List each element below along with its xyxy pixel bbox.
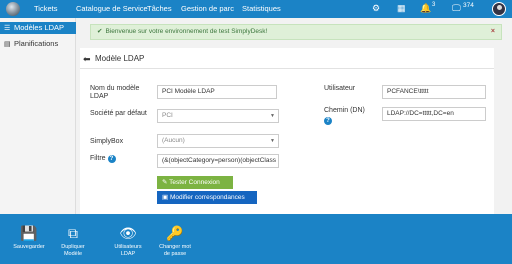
ldap-users-label: Utilisateurs LDAP bbox=[114, 244, 142, 257]
duplicate-icon: ⧉ bbox=[68, 225, 78, 241]
bottom-toolbar: 💾 Sauvegarder ⧉ Dupliquer Modèle 👁 Utili… bbox=[0, 214, 512, 264]
simplybox-select[interactable]: (Aucun) ▼ bbox=[157, 134, 279, 148]
plug-icon: ✎ bbox=[162, 179, 168, 186]
nav-catalogue[interactable]: Catalogue de Service bbox=[76, 4, 148, 13]
notification-count: 3 bbox=[432, 2, 436, 8]
path-label: Chemin (DN) bbox=[324, 107, 365, 114]
chevron-down-icon: ▼ bbox=[270, 138, 275, 144]
help-icon[interactable]: ? bbox=[107, 155, 116, 163]
simplybox-selected-value: (Aucun) bbox=[162, 137, 185, 144]
sidebar-item-modeles-ldap[interactable]: ☰ Modèles LDAP bbox=[0, 22, 76, 34]
page-title: Modèle LDAP bbox=[95, 54, 145, 63]
filter-input[interactable]: (&(objectCategory=person)(objectClass bbox=[157, 154, 279, 168]
duplicate-label: Dupliquer Modèle bbox=[61, 244, 85, 257]
chevron-down-icon: ▼ bbox=[270, 113, 275, 119]
company-select[interactable]: PCI ▼ bbox=[157, 109, 279, 123]
path-input[interactable]: LDAP://DC=ttttt,DC=en bbox=[382, 107, 486, 121]
change-password-label: Changer mot de passe bbox=[159, 244, 191, 257]
save-icon: 💾 bbox=[20, 225, 38, 241]
user-label: Utilisateur bbox=[324, 85, 356, 92]
edit-mapping-button[interactable]: ▣ Modifier correspondances bbox=[157, 191, 257, 204]
help-icon[interactable]: ? bbox=[324, 117, 332, 125]
filter-label-text: Filtre bbox=[90, 155, 106, 162]
check-icon: ✔ bbox=[97, 28, 103, 35]
save-button[interactable]: 💾 Sauvegarder bbox=[4, 214, 54, 264]
gear-icon[interactable]: ⚙ bbox=[372, 3, 380, 14]
test-connection-button[interactable]: ✎ Tester Connexion bbox=[157, 176, 233, 189]
company-label: Société par défaut bbox=[90, 110, 147, 117]
nav-taches[interactable]: Tâches bbox=[147, 4, 172, 13]
filter-label: Filtre ? bbox=[90, 155, 116, 163]
sidebar-item-label: Planifications bbox=[14, 39, 59, 48]
eye-icon: 👁 bbox=[119, 225, 137, 241]
model-panel: ⬅ Modèle LDAP Nom du modèle LDAP PCI Mod… bbox=[80, 48, 494, 214]
avatar[interactable] bbox=[492, 2, 506, 16]
ldap-users-button[interactable]: 👁 Utilisateurs LDAP bbox=[103, 214, 153, 264]
company-selected-value: PCI bbox=[162, 112, 173, 119]
alert-message: Bienvenue sur votre environnement de tes… bbox=[105, 28, 268, 35]
back-arrow-icon[interactable]: ⬅ bbox=[83, 54, 91, 65]
key-icon: 🔑 bbox=[166, 225, 184, 241]
divider bbox=[80, 68, 494, 69]
nav-gestion-parc[interactable]: Gestion de parc bbox=[181, 4, 234, 13]
sidebar-item-label: Modèles LDAP bbox=[14, 23, 65, 32]
edit-icon: ▣ bbox=[162, 194, 169, 201]
calendar-icon: ▤ bbox=[4, 41, 11, 48]
top-nav-bar: Tickets Catalogue de Service Tâches Gest… bbox=[0, 0, 512, 18]
grid-icon[interactable]: ▦ bbox=[397, 3, 406, 14]
change-password-button[interactable]: 🔑 Changer mot de passe bbox=[150, 214, 200, 264]
nav-tickets[interactable]: Tickets bbox=[34, 4, 57, 13]
sidebar-item-planifications[interactable]: ▤ Planifications bbox=[0, 38, 76, 50]
app-logo[interactable] bbox=[6, 2, 20, 16]
close-icon[interactable]: × bbox=[491, 25, 495, 39]
edit-mapping-label: Modifier correspondances bbox=[169, 194, 245, 201]
save-label: Sauvegarder bbox=[13, 244, 45, 250]
model-name-label: Nom du modèle LDAP bbox=[90, 85, 140, 100]
model-name-input[interactable]: PCI Modèle LDAP bbox=[157, 85, 277, 99]
monitor-icon[interactable]: 🖵 bbox=[452, 3, 461, 14]
sidebar: ☰ Modèles LDAP ▤ Planifications bbox=[0, 18, 76, 214]
monitor-count: 374 bbox=[463, 2, 474, 9]
nav-statistiques[interactable]: Statistiques bbox=[242, 4, 281, 13]
bell-icon[interactable]: 🔔 bbox=[420, 3, 431, 14]
simplybox-label: SimplyBox bbox=[90, 138, 124, 145]
list-icon: ☰ bbox=[4, 25, 11, 32]
test-connection-label: Tester Connexion bbox=[169, 179, 220, 186]
user-input[interactable]: PCFANCE\ttttt bbox=[382, 85, 486, 99]
duplicate-button[interactable]: ⧉ Dupliquer Modèle bbox=[48, 214, 98, 264]
welcome-alert: ✔ Bienvenue sur votre environnement de te… bbox=[90, 24, 502, 40]
